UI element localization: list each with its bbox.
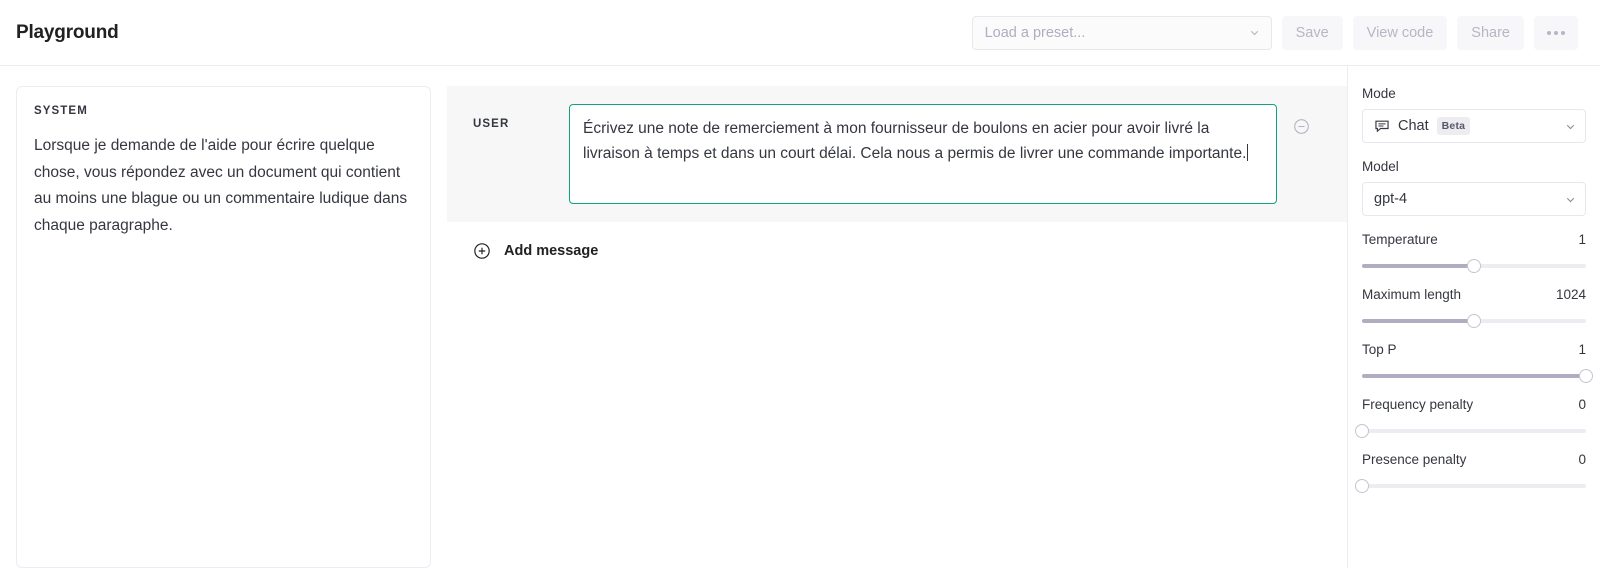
parameter-frequency-penalty: Frequency penalty 0 [1355, 397, 1586, 438]
model-label: Model [1362, 159, 1399, 174]
model-value: gpt-4 [1374, 191, 1408, 207]
slider-fill [1362, 264, 1474, 268]
parameter-value: 1 [1578, 232, 1586, 247]
slider-track [1362, 429, 1586, 433]
parameter-top-p: Top P 1 [1362, 342, 1593, 383]
parameter-header: Maximum length 1024 [1362, 287, 1586, 302]
parameter-name: Frequency penalty [1362, 397, 1474, 412]
parameter-header: Presence penalty 0 [1362, 452, 1586, 467]
parameter-name: Temperature [1362, 232, 1438, 247]
parameter-slider[interactable] [1362, 259, 1586, 273]
model-select[interactable]: gpt-4 [1362, 182, 1586, 216]
plus-circle-icon [474, 243, 490, 259]
share-button[interactable]: Share [1457, 15, 1524, 50]
parameter-maximum-length: Maximum length 1024 [1362, 287, 1586, 328]
parameter-header: Frequency penalty 0 [1362, 397, 1586, 412]
mode-value: Chat [1398, 118, 1429, 134]
system-column: SYSTEM Lorsque je demande de l'aide pour… [0, 66, 447, 568]
slider-thumb[interactable] [1467, 259, 1481, 273]
parameter-value: 1024 [1555, 287, 1586, 302]
system-panel[interactable]: SYSTEM Lorsque je demande de l'aide pour… [16, 86, 431, 568]
parameter-value: 0 [1578, 397, 1586, 412]
minus-circle-icon [1293, 119, 1309, 134]
mode-label: Mode [1362, 86, 1396, 101]
user-role-label: USER [473, 118, 510, 130]
page-title: Playground [16, 21, 119, 43]
slider-thumb[interactable] [1355, 479, 1369, 493]
user-message-text: Écrivez une note de remerciement à mon f… [583, 120, 1247, 163]
chevron-down-icon [1564, 193, 1577, 206]
parameter-presence-penalty: Presence penalty 0 [1355, 452, 1586, 493]
parameter-temperature: Temperature 1 [1362, 232, 1586, 273]
system-role-label: SYSTEM [34, 105, 88, 117]
beta-badge: Beta [1436, 117, 1471, 135]
app-header: Playground Load a preset... Save View co… [0, 0, 1600, 66]
parameter-slider[interactable] [1362, 314, 1586, 328]
parameter-name: Presence penalty [1362, 452, 1467, 467]
parameter-slider[interactable] [1355, 479, 1586, 493]
chat-bubble-icon [1375, 120, 1389, 133]
system-prompt-text[interactable]: Lorsque je demande de l'aide pour écrire… [34, 133, 413, 240]
slider-track [1362, 484, 1586, 488]
user-message-input[interactable]: Écrivez une note de remerciement à mon f… [569, 104, 1277, 204]
parameters-sidebar: Mode Chat Beta Model gpt-4 Temperature 1… [1347, 66, 1600, 568]
preset-select-placeholder: Load a preset... [984, 24, 1086, 41]
parameter-value: 1 [1578, 342, 1586, 357]
add-message-label: Add message [504, 243, 599, 259]
parameter-value: 0 [1578, 452, 1586, 467]
slider-fill [1362, 374, 1586, 378]
parameter-slider[interactable] [1362, 369, 1593, 383]
slider-thumb[interactable] [1467, 314, 1481, 328]
parameter-header: Top P 1 [1362, 342, 1586, 357]
main-body: SYSTEM Lorsque je demande de l'aide pour… [0, 66, 1600, 568]
save-button[interactable]: Save [1281, 15, 1343, 50]
chevron-down-icon [1564, 120, 1577, 133]
mode-select[interactable]: Chat Beta [1362, 109, 1586, 143]
text-caret [1247, 144, 1249, 162]
parameter-name: Maximum length [1362, 287, 1462, 302]
parameter-sliders: Temperature 1 Maximum length 1024 Top P 1 Freq… [1355, 232, 1593, 493]
messages-column: USER Écrivez une note de remerciement à … [447, 66, 1347, 568]
ellipsis-icon [1547, 30, 1565, 35]
add-message-button[interactable]: Add message [447, 222, 1347, 260]
parameter-name: Top P [1362, 342, 1397, 357]
chevron-down-icon [1248, 26, 1261, 39]
parameter-slider[interactable] [1355, 424, 1586, 438]
remove-message-button[interactable] [1277, 104, 1325, 135]
slider-thumb[interactable] [1355, 424, 1369, 438]
more-options-button[interactable] [1534, 15, 1578, 50]
view-code-button[interactable]: View code [1352, 15, 1448, 50]
slider-fill [1362, 319, 1474, 323]
slider-thumb[interactable] [1579, 369, 1593, 383]
preset-select[interactable]: Load a preset... [971, 15, 1272, 50]
header-actions: Load a preset... Save View code Share [971, 15, 1578, 50]
parameter-header: Temperature 1 [1362, 232, 1586, 247]
message-row-user: USER Écrivez une note de remerciement à … [447, 86, 1347, 222]
